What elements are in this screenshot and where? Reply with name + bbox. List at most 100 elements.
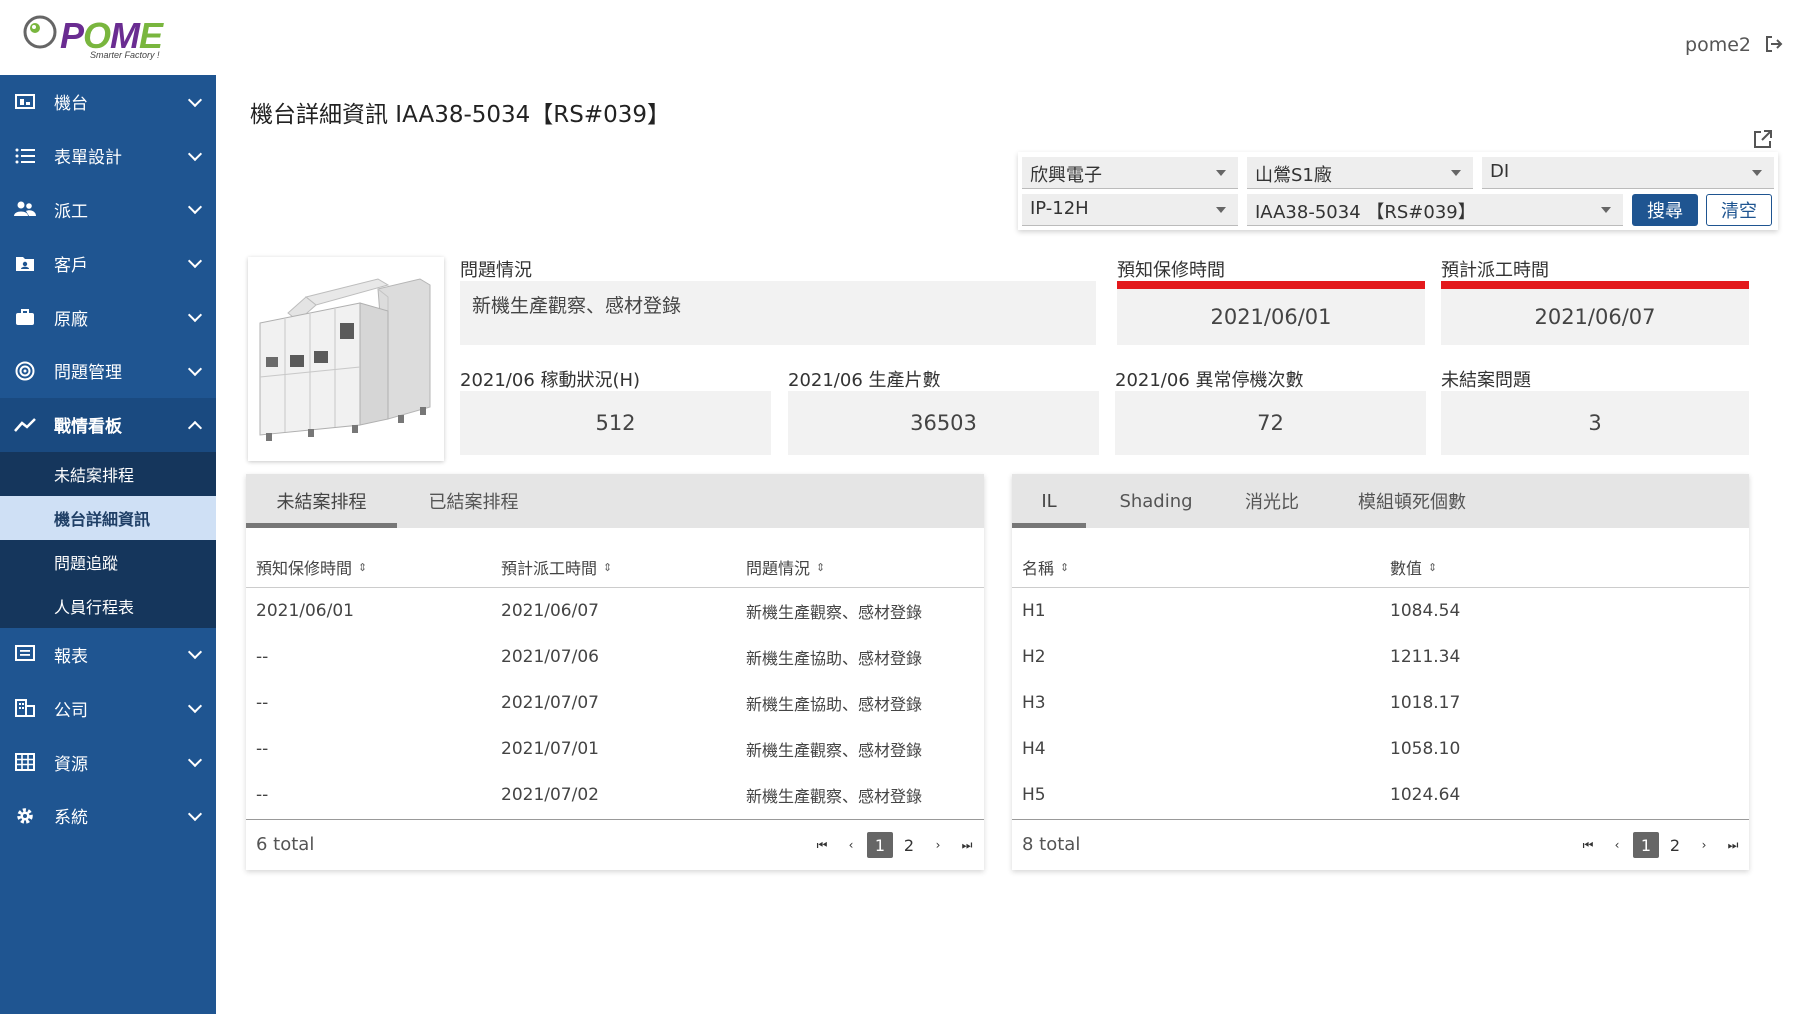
sidebar-item-report[interactable]: 報表 xyxy=(0,628,216,682)
subnav-issue-tracking[interactable]: 問題追蹤 xyxy=(0,540,216,584)
sidebar-item-dispatch[interactable]: 派工 xyxy=(0,183,216,237)
col-value[interactable]: 數值 ⇕ xyxy=(1390,546,1437,588)
tab-module-dead-count[interactable]: 模組頓死個數 xyxy=(1332,474,1492,528)
sidebar-item-customer[interactable]: 客戶 xyxy=(0,236,216,290)
report-icon xyxy=(14,643,36,665)
col-issue[interactable]: 問題情況 ⇕ xyxy=(746,546,825,588)
prev-page-icon[interactable]: ‹ xyxy=(838,832,864,858)
sidebar-item-resource[interactable]: 資源 xyxy=(0,735,216,789)
page-title: 機台詳細資訊 IAA38-5034【RS#039】 xyxy=(250,102,671,128)
table-row[interactable]: H3 1018.17 xyxy=(1012,680,1749,726)
top-bar: POME Smarter Factory ! pome2 xyxy=(0,0,1801,75)
cell-warranty: -- xyxy=(256,785,269,805)
tab-shading[interactable]: Shading xyxy=(1100,474,1212,528)
page-button[interactable]: 1 xyxy=(1633,832,1659,858)
sidebar-item-dashboard[interactable]: 戰情看板 xyxy=(0,397,216,452)
page-button[interactable]: 2 xyxy=(1662,832,1688,858)
chevron-down-icon xyxy=(187,645,203,660)
open-issues-label: 未結案問題 xyxy=(1441,370,1531,391)
table-row[interactable]: -- 2021/07/02 新機生產觀察、感材登錄 xyxy=(246,772,984,818)
trend-icon xyxy=(14,414,36,436)
cell-warranty: 2021/06/01 xyxy=(256,601,354,621)
tab-extinction-ratio[interactable]: 消光比 xyxy=(1222,474,1322,528)
sidebar-item-vendor[interactable]: 原廠 xyxy=(0,290,216,344)
chevron-down-icon xyxy=(187,806,203,821)
subnav-staff-schedule[interactable]: 人員行程表 xyxy=(0,584,216,628)
sidebar-item-label: 表單設計 xyxy=(54,148,122,169)
first-page-icon[interactable]: ⏮ xyxy=(809,832,835,858)
sort-icon: ⇕ xyxy=(1428,560,1438,574)
chevron-down-icon xyxy=(187,200,203,215)
table-row[interactable]: H5 1024.64 xyxy=(1012,772,1749,818)
model-select[interactable]: IP-12H xyxy=(1022,194,1238,226)
chevron-up-icon xyxy=(187,420,203,435)
pagination: ⏮ ‹ 1 2 › ⏭ xyxy=(806,832,980,858)
issue-label: 問題情況 xyxy=(460,260,532,281)
warranty-alert-bar xyxy=(1117,281,1425,289)
factory-select[interactable]: 山鶯S1廠 xyxy=(1247,157,1473,189)
table-row[interactable]: -- 2021/07/06 新機生產協助、感材登錄 xyxy=(246,634,984,680)
tab-closed-schedule[interactable]: 已結案排程 xyxy=(397,474,550,528)
sidebar-item-company[interactable]: 公司 xyxy=(0,681,216,735)
chevron-down-icon xyxy=(187,361,203,376)
table-row[interactable]: -- 2021/07/01 新機生產觀察、感材登錄 xyxy=(246,726,984,772)
sidebar-item-system[interactable]: 系統 xyxy=(0,789,216,843)
sidebar-item-label: 資源 xyxy=(54,754,88,775)
dept-select[interactable]: DI xyxy=(1482,157,1774,189)
sidebar-item-label: 公司 xyxy=(54,700,88,721)
sidebar: 機台 表單設計 派工 客戶 原廠 問題管理 戰情看板 未結案排程 機台詳細資訊 … xyxy=(0,75,216,1014)
table-row[interactable]: -- 2021/07/07 新機生產協助、感材登錄 xyxy=(246,680,984,726)
col-warranty-time[interactable]: 預知保修時間 ⇕ xyxy=(256,546,367,588)
prev-page-icon[interactable]: ‹ xyxy=(1604,832,1630,858)
tab-open-schedule[interactable]: 未結案排程 xyxy=(246,474,397,528)
filter-panel: 欣興電子 山鶯S1廠 DI IP-12H IAA38-5034 【RS#039】… xyxy=(1018,152,1778,230)
people-icon xyxy=(14,198,36,220)
sidebar-item-label: 報表 xyxy=(54,646,88,667)
cell-dispatch: 2021/07/01 xyxy=(501,739,599,759)
chevron-down-icon xyxy=(187,254,203,269)
next-page-icon[interactable]: › xyxy=(925,832,951,858)
cell-issue: 新機生產協助、感材登錄 xyxy=(746,649,923,668)
warranty-label: 預知保修時間 xyxy=(1117,260,1225,281)
dispatch-value: 2021/06/07 xyxy=(1441,289,1749,345)
next-page-icon[interactable]: › xyxy=(1691,832,1717,858)
cell-dispatch: 2021/06/07 xyxy=(501,601,599,621)
last-page-icon[interactable]: ⏭ xyxy=(954,832,980,858)
machine-select[interactable]: IAA38-5034 【RS#039】 xyxy=(1247,194,1623,226)
clear-button[interactable]: 清空 xyxy=(1706,194,1772,226)
table-row[interactable]: H1 1084.54 xyxy=(1012,588,1749,634)
cell-warranty: -- xyxy=(256,739,269,759)
sidebar-item-form-design[interactable]: 表單設計 xyxy=(0,129,216,183)
company-select[interactable]: 欣興電子 xyxy=(1022,157,1238,189)
pome-logo[interactable]: POME Smarter Factory ! xyxy=(14,4,174,64)
page-button[interactable]: 2 xyxy=(896,832,922,858)
cell-name: H5 xyxy=(1022,785,1046,805)
chevron-down-icon xyxy=(187,308,203,323)
cell-value: 1024.64 xyxy=(1390,785,1461,805)
caret-down-icon xyxy=(1216,170,1226,176)
search-button[interactable]: 搜尋 xyxy=(1632,194,1698,226)
first-page-icon[interactable]: ⏮ xyxy=(1575,832,1601,858)
dispatch-alert-bar xyxy=(1441,281,1749,289)
subnav-open-schedule[interactable]: 未結案排程 xyxy=(0,452,216,496)
page-button[interactable]: 1 xyxy=(867,832,893,858)
logout-icon[interactable] xyxy=(1763,33,1785,55)
stops-value: 72 xyxy=(1115,391,1426,455)
total-count: 8 total xyxy=(1022,834,1081,855)
chevron-down-icon xyxy=(187,752,203,768)
tab-il[interactable]: IL xyxy=(1012,474,1086,528)
external-link-icon[interactable] xyxy=(1752,128,1774,150)
table-row[interactable]: 2021/06/01 2021/06/07 新機生產觀察、感材登錄 xyxy=(246,588,984,634)
col-name[interactable]: 名稱 ⇕ xyxy=(1022,546,1069,588)
caret-down-icon xyxy=(1752,170,1762,176)
sidebar-item-machine[interactable]: 機台 xyxy=(0,75,216,129)
table-row[interactable]: H2 1211.34 xyxy=(1012,634,1749,680)
last-page-icon[interactable]: ⏭ xyxy=(1720,832,1746,858)
sidebar-item-issue-management[interactable]: 問題管理 xyxy=(0,344,216,398)
cell-dispatch: 2021/07/06 xyxy=(501,647,599,667)
col-dispatch-time[interactable]: 預計派工時間 ⇕ xyxy=(501,546,612,588)
table-row[interactable]: H4 1058.10 xyxy=(1012,726,1749,772)
uptime-label: 2021/06 稼動狀況(H) xyxy=(460,370,641,391)
subnav-machine-detail[interactable]: 機台詳細資訊 xyxy=(0,495,216,540)
sidebar-item-label: 派工 xyxy=(54,201,88,222)
